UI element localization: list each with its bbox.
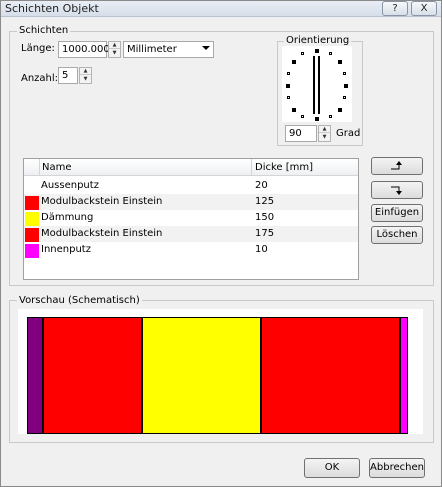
table-row[interactable]: Aussenputz 20 [24,178,358,194]
move-down-icon [391,186,402,195]
compass-tick [338,60,342,64]
row-name: Modulbackstein Einstein [41,228,163,239]
row-dicke: 175 [255,228,275,239]
orientierung-label: Orientierung [284,35,352,46]
laenge-label: Länge: [21,43,55,54]
row-name: Dämmung [41,212,94,223]
column-header-dicke[interactable]: Dicke [mm] [255,162,313,173]
compass-tick [315,49,319,53]
color-swatch [25,228,39,242]
spin-up-icon[interactable]: ▲ [109,42,120,49]
compass-tick [286,84,290,88]
chevron-down-icon [202,46,210,50]
compass-tick [329,115,332,118]
compass-tick [292,108,296,112]
unit-select[interactable]: Millimeter [123,41,214,58]
compass-tick [301,52,304,55]
table-row[interactable]: Innenputz 10 [24,242,358,258]
preview-label: Vorschau (Schematisch) [17,295,142,306]
move-up-button[interactable] [371,157,423,175]
anzahl-spinner[interactable]: ▲ ▼ [79,67,92,84]
schichten-dialog: Schichten Objekt ? X Schichten Länge: 10… [0,0,442,487]
compass-tick [287,96,290,99]
color-swatch [25,244,39,258]
compass-tick [343,96,346,99]
table-row[interactable]: Modulbackstein Einstein 125 [24,194,358,210]
preview-layer [142,317,261,434]
move-down-button[interactable] [371,181,423,199]
layers-table[interactable]: Name Dicke [mm] Aussenputz 20 Modulbacks… [23,158,359,280]
orientation-needle [318,56,320,114]
spin-down-icon[interactable]: ▼ [319,134,330,141]
spin-down-icon[interactable]: ▼ [80,76,91,83]
loeschen-button[interactable]: Löschen [371,226,423,244]
column-header-name[interactable]: Name [42,162,72,173]
spin-up-icon[interactable]: ▲ [319,126,330,133]
preview-layer [400,317,408,434]
compass-tick [344,84,348,88]
unit-select-value: Millimeter [127,44,177,55]
preview-layer [43,317,142,434]
ok-button[interactable]: OK [304,458,360,478]
row-name: Aussenputz [41,180,99,191]
laenge-input[interactable]: 1000.000 [58,41,110,58]
move-up-icon [391,161,402,170]
compass-tick [343,72,346,75]
row-name: Innenputz [41,244,91,255]
preview-layer [27,317,43,434]
color-swatch [25,196,39,210]
table-header: Name Dicke [mm] [24,159,358,176]
row-dicke: 125 [255,196,275,207]
compass-tick [329,52,332,55]
preview-canvas [18,309,423,434]
anzahl-input[interactable]: 5 [58,67,78,84]
compass-tick [315,117,319,121]
einfuegen-button[interactable]: Einfügen [371,204,423,222]
row-dicke: 10 [255,244,268,255]
compass-tick [301,115,304,118]
table-row[interactable]: Modulbackstein Einstein 175 [24,226,358,242]
abbrechen-button[interactable]: Abbrechen [369,458,425,478]
window-title: Schichten Objekt [5,2,99,15]
row-name: Modulbackstein Einstein [41,196,163,207]
spin-up-icon[interactable]: ▲ [80,68,91,75]
orientation-needle [313,56,315,114]
help-button[interactable]: ? [382,1,408,16]
title-bar: Schichten Objekt ? X [1,1,441,17]
column-separator [251,159,252,175]
laenge-spinner[interactable]: ▲ ▼ [108,41,121,58]
orientierung-input[interactable]: 90 [285,125,317,142]
close-button[interactable]: X [411,1,437,16]
preview-layer [261,317,400,434]
compass-tick [292,60,296,64]
compass-tick [287,72,290,75]
orientation-compass[interactable] [282,46,352,122]
row-dicke: 150 [255,212,275,223]
color-swatch [25,212,39,226]
table-row[interactable]: Dämmung 150 [24,210,358,226]
column-separator [39,159,40,175]
row-dicke: 20 [255,180,268,191]
anzahl-label: Anzahl: [21,73,59,84]
compass-tick [338,108,342,112]
schichten-group-label: Schichten [17,25,71,36]
spin-down-icon[interactable]: ▼ [109,50,120,57]
grad-label: Grad [336,128,361,139]
orientierung-spinner[interactable]: ▲ ▼ [318,125,331,142]
